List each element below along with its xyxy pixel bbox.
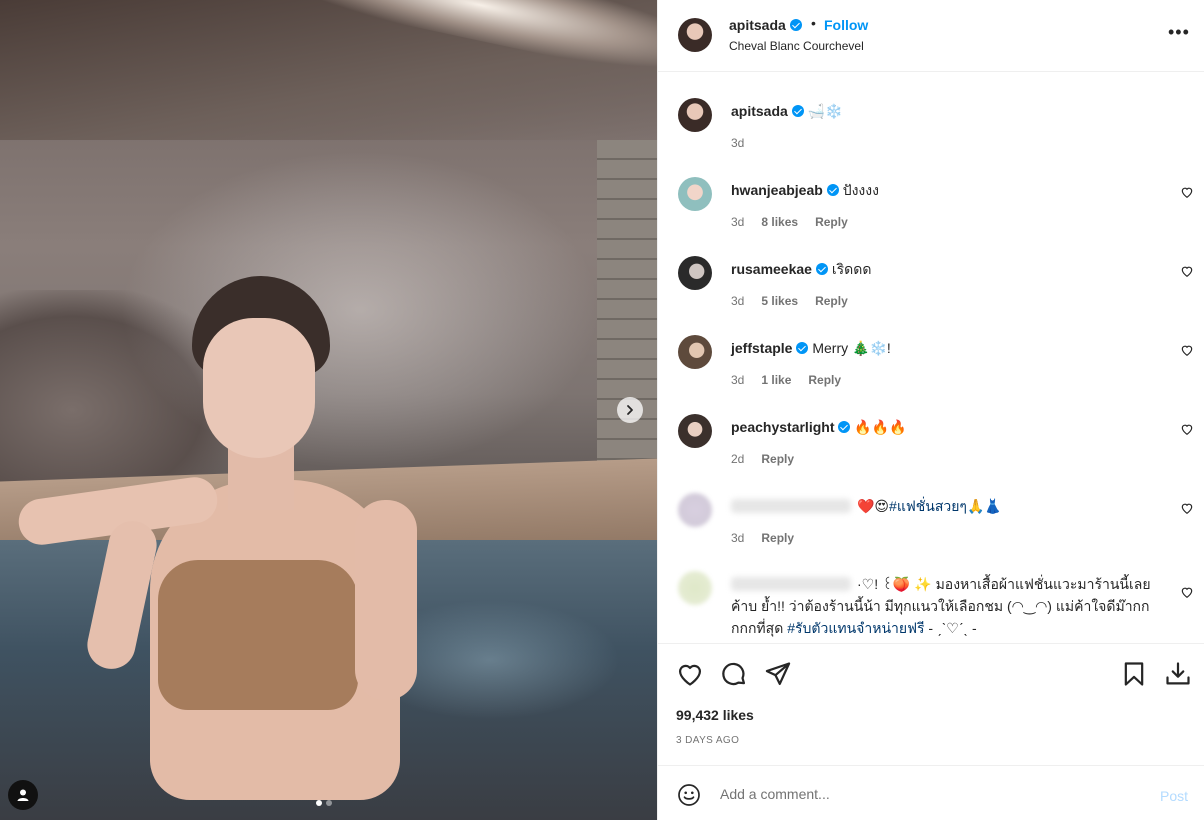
comments-list: apitsada 🛁❄️ 3d hwanjeabjeab ปังงงง 3d 8…: [658, 73, 1204, 643]
post-header: apitsada • Follow Cheval Blanc Courcheve…: [658, 0, 1204, 72]
comment-likes[interactable]: 8 likes: [761, 215, 798, 229]
post-actions: 99,432 likes 3 DAYS AGO: [658, 643, 1204, 765]
author-username[interactable]: apitsada: [729, 17, 802, 33]
reply-button[interactable]: Reply: [808, 373, 841, 387]
verified-badge-icon: [815, 263, 828, 275]
avatar[interactable]: [678, 177, 712, 211]
user-icon: [17, 789, 29, 801]
photo-subject: [0, 0, 657, 820]
comment-time: 3d: [731, 531, 745, 545]
post-sidebar: apitsada • Follow Cheval Blanc Courcheve…: [657, 0, 1204, 820]
heart-icon[interactable]: [1180, 264, 1194, 278]
caption-text: 🛁❄️: [807, 103, 843, 119]
comment-text: Merry 🎄❄️!: [812, 340, 891, 356]
avatar[interactable]: [678, 98, 712, 132]
comment-username[interactable]: jeffstaple: [731, 340, 792, 356]
like-count[interactable]: 99,432 likes: [676, 707, 754, 723]
post-dialog: apitsada • Follow Cheval Blanc Courcheve…: [0, 0, 1204, 820]
comment-composer: Post: [658, 765, 1204, 820]
verified-badge-icon: [789, 19, 802, 31]
verified-badge-icon: [796, 342, 809, 354]
comment-time: 3d: [731, 215, 745, 229]
bookmark-icon[interactable]: [1120, 660, 1148, 688]
reply-button[interactable]: Reply: [761, 531, 794, 545]
reply-button[interactable]: Reply: [815, 215, 848, 229]
avatar[interactable]: [678, 493, 712, 527]
comment-text: 🔥🔥🔥: [854, 419, 907, 435]
carousel-dot: [326, 800, 332, 806]
blurred-username: [731, 499, 851, 513]
carousel-next-button[interactable]: [617, 397, 643, 423]
carousel-dot: [316, 800, 322, 806]
blurred-username: [731, 577, 851, 591]
comment-time: 3d: [731, 373, 745, 387]
heart-icon[interactable]: [1180, 422, 1194, 436]
comment-text-after: - ˏˋ♡ˊˎ -: [928, 620, 977, 636]
avatar[interactable]: [678, 414, 712, 448]
comment-input[interactable]: [720, 782, 1120, 806]
verified-badge-icon: [826, 184, 839, 196]
verified-badge-icon: [791, 105, 804, 117]
carousel-indicator: [316, 800, 332, 806]
comment-text-after: 🙏👗: [966, 498, 1002, 514]
comment-time: 2d: [731, 452, 745, 466]
chevron-right-icon: [627, 405, 633, 415]
download-icon[interactable]: [1164, 660, 1192, 688]
post-photo: [0, 0, 657, 820]
caption-username[interactable]: apitsada: [731, 103, 788, 119]
comment-text: ปังงงง: [842, 182, 879, 198]
comment-username[interactable]: rusameekae: [731, 261, 812, 277]
comment-likes[interactable]: 5 likes: [761, 294, 798, 308]
post-timestamp: 3 DAYS AGO: [676, 735, 740, 746]
comment-likes[interactable]: 1 like: [761, 373, 791, 387]
avatar[interactable]: [678, 335, 712, 369]
heart-icon[interactable]: [1180, 185, 1194, 199]
comment-text: เริดดด: [831, 261, 872, 277]
reply-button[interactable]: Reply: [815, 294, 848, 308]
comment-username[interactable]: peachystarlight: [731, 419, 834, 435]
tagged-users-button[interactable]: [8, 780, 38, 810]
avatar[interactable]: [678, 18, 712, 52]
caption-time: 3d: [731, 136, 745, 150]
comment-icon[interactable]: [720, 660, 748, 688]
hashtag-link[interactable]: #แฟชั่นสวยๆ: [889, 498, 967, 514]
hashtag-link[interactable]: #รับตัวแทนจำหน่ายฟรี: [787, 620, 924, 636]
verified-badge-icon: [838, 421, 851, 433]
emoji-icon[interactable]: [677, 783, 701, 807]
heart-icon[interactable]: [1180, 501, 1194, 515]
comment-text: ❤️😍: [857, 498, 890, 514]
comment-time: 3d: [731, 294, 745, 308]
post-comment-button[interactable]: Post: [1160, 788, 1188, 804]
share-icon[interactable]: [764, 660, 792, 688]
comment-username[interactable]: hwanjeabjeab: [731, 182, 823, 198]
avatar[interactable]: [678, 571, 712, 605]
heart-icon[interactable]: [1180, 343, 1194, 357]
more-options-icon[interactable]: •••: [1168, 23, 1190, 41]
avatar[interactable]: [678, 256, 712, 290]
reply-button[interactable]: Reply: [761, 452, 794, 466]
heart-icon[interactable]: [1180, 585, 1194, 599]
separator-dot: •: [811, 15, 816, 31]
like-heart-icon[interactable]: [676, 660, 704, 688]
follow-button[interactable]: Follow: [824, 17, 868, 33]
location-link[interactable]: Cheval Blanc Courchevel: [729, 39, 864, 53]
